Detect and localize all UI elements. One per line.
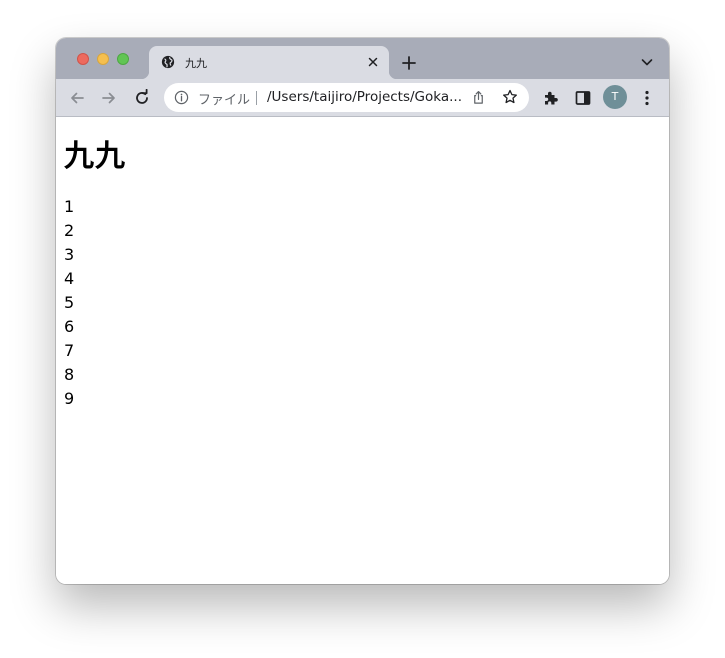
reload-icon[interactable] bbox=[133, 89, 151, 107]
profile-avatar[interactable]: T bbox=[603, 85, 627, 109]
list-item: 1 bbox=[64, 197, 75, 216]
url-text[interactable]: /Users/taijiro/Projects/Goka... bbox=[267, 89, 467, 105]
back-arrow-icon[interactable] bbox=[68, 89, 86, 107]
address-separator bbox=[256, 91, 257, 105]
more-menu-icon[interactable] bbox=[638, 89, 656, 107]
list-item: 9 bbox=[64, 389, 75, 408]
minimize-window-button[interactable] bbox=[97, 53, 109, 65]
list-item: 3 bbox=[64, 245, 75, 264]
info-icon[interactable] bbox=[174, 90, 189, 105]
maximize-window-button[interactable] bbox=[117, 53, 129, 65]
list-item: 6 bbox=[64, 317, 75, 336]
forward-arrow-icon[interactable] bbox=[100, 89, 118, 107]
tab-title: 九九 bbox=[185, 57, 207, 70]
extensions-puzzle-icon[interactable] bbox=[542, 89, 560, 107]
globe-icon bbox=[161, 55, 175, 69]
browser-toolbar: ファイル /Users/taijiro/Projects/Goka... T bbox=[56, 79, 669, 117]
page-heading: 九九 bbox=[64, 139, 126, 174]
url-scheme-label: ファイル bbox=[198, 93, 251, 108]
number-list: 1 2 3 4 5 6 7 8 9 bbox=[64, 195, 74, 411]
title-bar: 九九 bbox=[56, 38, 669, 79]
list-item: 5 bbox=[64, 293, 75, 312]
address-bar[interactable]: ファイル /Users/taijiro/Projects/Goka... bbox=[164, 83, 529, 112]
share-icon[interactable] bbox=[471, 90, 486, 105]
new-tab-icon[interactable] bbox=[401, 55, 417, 71]
chevron-down-icon[interactable] bbox=[641, 57, 653, 67]
list-item: 4 bbox=[64, 269, 75, 288]
list-item: 2 bbox=[64, 221, 75, 240]
tab-active[interactable]: 九九 bbox=[141, 46, 397, 79]
browser-window: 九九 ファイル /Users/taijiro/Projects/Goka... … bbox=[56, 38, 669, 584]
side-panel-icon[interactable] bbox=[574, 89, 592, 107]
list-item: 7 bbox=[64, 341, 75, 360]
close-tab-icon[interactable] bbox=[365, 54, 381, 70]
bookmark-star-icon[interactable] bbox=[502, 89, 518, 105]
page-content: 九九 1 2 3 4 5 6 7 8 9 bbox=[56, 117, 669, 584]
list-item: 8 bbox=[64, 365, 75, 384]
close-window-button[interactable] bbox=[77, 53, 89, 65]
